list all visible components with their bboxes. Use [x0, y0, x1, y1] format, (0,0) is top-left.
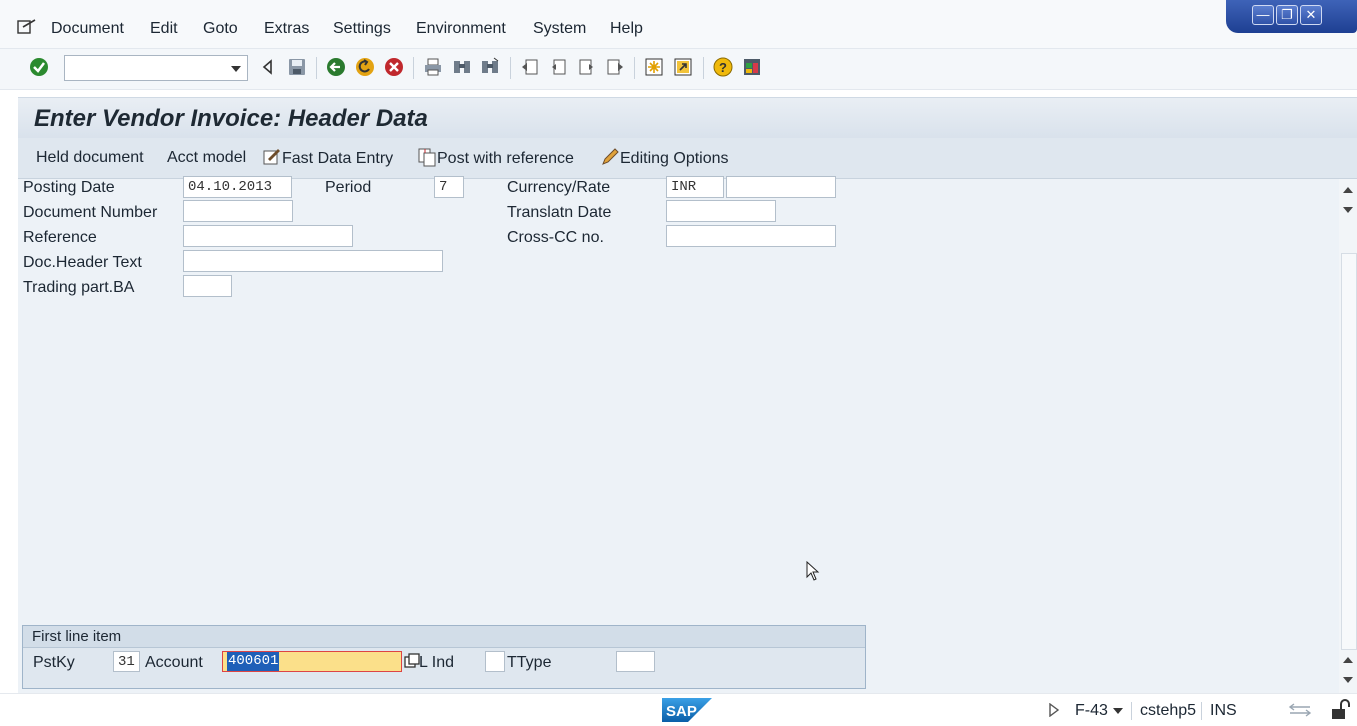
sgl-ind-label: L Ind: [419, 654, 454, 671]
period-label: Period: [325, 179, 372, 196]
shortcut-icon[interactable]: [673, 57, 693, 77]
create-session-icon[interactable]: [644, 57, 664, 77]
held-document-button[interactable]: Held document: [36, 149, 144, 167]
status-expand-icon[interactable]: [1048, 703, 1060, 717]
save-icon[interactable]: [287, 57, 307, 77]
cross-cc-field[interactable]: [666, 225, 836, 247]
doc-header-text-field[interactable]: [183, 250, 443, 272]
next-page-icon[interactable]: [577, 57, 597, 77]
chevron-down-icon[interactable]: [1113, 708, 1123, 714]
first-page-icon[interactable]: [520, 57, 540, 77]
group-header: First line item: [23, 626, 865, 648]
close-icon[interactable]: ✕: [1300, 5, 1322, 25]
back-icon[interactable]: [326, 57, 346, 77]
reference-label: Reference: [23, 229, 97, 246]
period-field[interactable]: 7: [434, 176, 464, 198]
translation-date-field[interactable]: [666, 200, 776, 222]
window-controls: — ❐ ✕: [1226, 0, 1357, 33]
sap-logo: SAP: [662, 698, 712, 722]
system-menu-icon[interactable]: [17, 18, 37, 36]
chevron-down-icon[interactable]: [231, 66, 241, 72]
application-toolbar: Held document Acct model Fast Data Entry…: [18, 138, 1357, 179]
acct-model-button[interactable]: Acct model: [167, 149, 246, 167]
reference-field[interactable]: [183, 225, 353, 247]
posting-key-field[interactable]: 31: [113, 651, 140, 672]
exit-icon[interactable]: [355, 57, 375, 77]
menu-edit[interactable]: Edit: [150, 20, 178, 38]
ttype-field[interactable]: [616, 651, 655, 672]
account-field[interactable]: 400601: [222, 651, 402, 672]
print-icon[interactable]: [423, 57, 443, 77]
previous-page-icon[interactable]: [548, 57, 568, 77]
server-name: cstehp5: [1140, 702, 1197, 719]
menu-settings[interactable]: Settings: [333, 20, 391, 38]
mouse-cursor-icon: [806, 561, 820, 581]
menu-extras[interactable]: Extras: [264, 20, 309, 38]
translation-date-label: Translatn Date: [507, 204, 612, 221]
status-bar: SAP F-43 cstehp5 INS: [0, 693, 1357, 726]
command-field[interactable]: [64, 55, 248, 81]
account-label: Account: [145, 654, 203, 671]
back-nav-icon[interactable]: [258, 57, 278, 77]
first-line-item-group: First line item PstKy 31 Account L Ind T…: [22, 625, 866, 689]
posting-date-field[interactable]: 04.10.2013: [183, 176, 292, 198]
document-number-field[interactable]: [183, 200, 293, 222]
trading-part-label: Trading part.BA: [23, 279, 135, 296]
menu-system[interactable]: System: [533, 20, 586, 38]
title-bar: Enter Vendor Invoice: Header Data: [18, 97, 1357, 138]
document-number-label: Document Number: [23, 204, 158, 221]
scroll-down-icon[interactable]: [1343, 207, 1353, 213]
pstky-label: PstKy: [33, 654, 75, 671]
currency-field[interactable]: INR: [666, 176, 724, 198]
minimize-icon[interactable]: —: [1252, 5, 1274, 25]
pencil-icon: [602, 148, 619, 165]
svg-text:?: ?: [719, 60, 727, 75]
fast-data-entry-label: Fast Data Entry: [282, 150, 394, 167]
maximize-icon[interactable]: ❐: [1276, 5, 1298, 25]
connection-icon: [1288, 703, 1312, 717]
cross-cc-label: Cross-CC no.: [507, 229, 604, 246]
menu-document[interactable]: Document: [51, 20, 124, 38]
sap-logo-text: SAP: [666, 703, 697, 720]
menu-environment[interactable]: Environment: [416, 20, 506, 38]
fast-entry-icon: [263, 149, 280, 165]
editing-options-button[interactable]: Editing Options: [600, 147, 729, 168]
scroll-up-bottom-icon[interactable]: [1343, 657, 1353, 663]
standard-toolbar: ?: [0, 49, 1357, 90]
ttype-label: TType: [507, 654, 552, 671]
exchange-rate-field[interactable]: [726, 176, 836, 198]
menu-help[interactable]: Help: [610, 20, 643, 38]
copy-document-icon: [418, 148, 436, 167]
search-help-icon[interactable]: [404, 653, 420, 669]
header-data-form: Posting Date 04.10.2013 Period 7 Currenc…: [18, 176, 1339, 693]
account-value: 400601: [227, 652, 280, 671]
insert-mode[interactable]: INS: [1210, 702, 1237, 720]
scroll-track[interactable]: [1341, 253, 1357, 650]
vertical-scrollbar[interactable]: [1339, 179, 1357, 693]
layout-menu-icon[interactable]: [742, 57, 762, 77]
post-with-reference-button[interactable]: Post with reference: [417, 147, 574, 168]
editing-options-label: Editing Options: [620, 150, 729, 167]
enter-icon[interactable]: [29, 57, 49, 77]
last-page-icon[interactable]: [605, 57, 625, 77]
lock-icon[interactable]: [1329, 699, 1351, 721]
post-with-reference-label: Post with reference: [437, 150, 574, 167]
page-title: Enter Vendor Invoice: Header Data: [34, 105, 428, 132]
transaction-code[interactable]: F-43: [1075, 702, 1108, 720]
scroll-down-bottom-icon[interactable]: [1343, 677, 1353, 683]
first-line-item-title: First line item: [32, 628, 122, 645]
find-icon[interactable]: [452, 57, 472, 77]
doc-header-text-label: Doc.Header Text: [23, 254, 142, 271]
fast-data-entry-button[interactable]: Fast Data Entry: [262, 147, 393, 168]
menu-bar: Document Edit Goto Extras Settings Envir…: [0, 0, 1357, 49]
sgl-ind-field[interactable]: [485, 651, 505, 672]
find-next-icon[interactable]: [480, 57, 500, 77]
scroll-up-icon[interactable]: [1343, 187, 1353, 193]
help-icon[interactable]: ?: [713, 57, 733, 77]
menu-goto[interactable]: Goto: [203, 20, 238, 38]
cancel-icon[interactable]: [384, 57, 404, 77]
currency-rate-label: Currency/Rate: [507, 179, 611, 196]
trading-part-field[interactable]: [183, 275, 232, 297]
posting-date-label: Posting Date: [23, 179, 115, 196]
